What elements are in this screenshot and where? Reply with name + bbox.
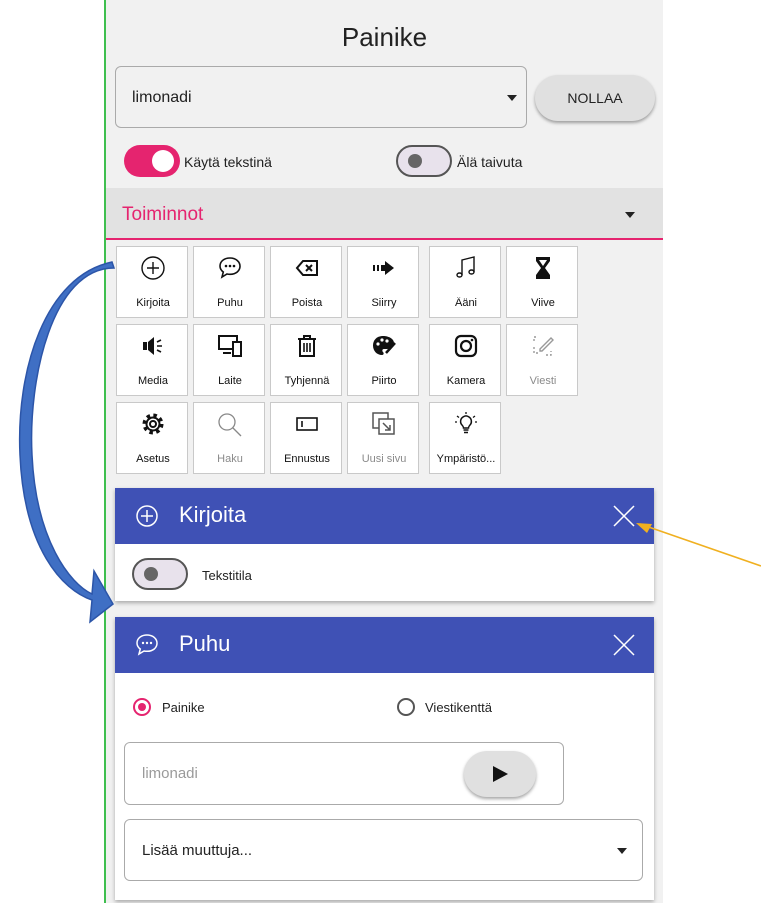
devices-icon [194,333,266,363]
action-tile-label: Haku [217,453,243,465]
chevron-down-icon [617,848,627,854]
chevron-down-icon [507,95,517,101]
action-tile-label: Poista [291,297,323,309]
palette-icon [348,333,420,363]
action-tile-label: Tyhjennä [284,375,330,387]
write-card: Kirjoita Tekstitila [115,488,654,601]
action-tile-uusi-sivu[interactable]: Uusi sivu [347,402,419,474]
action-tile-ennustus[interactable]: Ennustus [270,402,342,474]
action-tile-label: Kamera [446,375,486,387]
action-tile-label: Ennustus [284,453,330,465]
action-tile-ympäristö[interactable]: Ympäristö... [429,402,501,474]
action-tile-kirjoita[interactable]: Kirjoita [116,246,188,318]
gear-icon [117,411,189,441]
write-card-title: Kirjoita [179,502,247,527]
action-tile-kamera[interactable]: Kamera [429,324,501,396]
action-tile-media[interactable]: Media [116,324,188,396]
radio-button-option[interactable] [133,698,151,716]
chevron-down-icon [625,212,635,218]
search-icon [194,411,266,441]
trash-icon [271,333,343,363]
speech-text-placeholder: limonadi [142,765,198,782]
curved-arrow-annotation [18,261,116,624]
plus-circle-icon [117,255,189,285]
edit-message-icon [507,333,579,363]
radio-message-field-option[interactable] [397,698,415,716]
action-tile-label: Ääni [454,297,478,309]
no-inflect-label: Älä taivuta [457,154,523,170]
speech-bubble-icon [136,634,158,656]
arrow-right-icon [348,255,420,285]
text-mode-label: Tekstitila [202,568,252,583]
no-inflect-toggle[interactable] [396,145,452,177]
action-tile-label: Siirry [371,297,397,309]
action-tile-label: Media [138,375,168,387]
camera-icon [430,333,502,363]
reset-button[interactable]: NOLLAA [535,75,655,121]
action-tile-piirto[interactable]: Piirto [347,324,419,396]
action-tile-puhu[interactable]: Puhu [193,246,265,318]
action-tile-label: Asetus [136,453,170,465]
action-tile-label: Piirto [371,375,397,387]
action-tile-laite[interactable]: Laite [193,324,265,396]
action-tile-viesti[interactable]: Viesti [506,324,578,396]
backspace-icon [271,255,343,285]
action-tile-label: Laite [218,375,242,387]
play-button[interactable] [464,751,536,797]
symbol-select[interactable]: limonadi [115,66,527,128]
actions-section-header[interactable]: Toiminnot [106,188,663,240]
music-note-icon [430,255,502,285]
action-tile-label: Viive [531,297,555,309]
speak-card-header: Puhu [115,617,654,673]
new-page-icon [348,411,420,441]
action-tile-viive[interactable]: Viive [506,246,578,318]
action-tile-siirry[interactable]: Siirry [347,246,419,318]
page-title: Painike [341,22,428,52]
plus-circle-icon [136,505,158,527]
use-as-text-label: Käytä tekstinä [184,154,272,170]
action-tile-label: Ympäristö... [436,453,496,465]
close-icon[interactable] [612,633,636,657]
speaker-icon [117,333,189,363]
action-tile-ääni[interactable]: Ääni [429,246,501,318]
speech-bubble-icon [194,255,266,285]
actions-section-label: Toiminnot [122,204,204,225]
action-tile-label: Puhu [217,297,243,309]
symbol-select-value: limonadi [132,89,192,106]
write-card-header: Kirjoita [115,488,654,544]
action-tile-poista[interactable]: Poista [270,246,342,318]
text-mode-toggle[interactable] [132,558,188,590]
add-variable-label: Lisää muuttuja... [142,842,253,859]
hourglass-icon [507,255,579,285]
action-tile-label: Viesti [529,375,557,387]
close-icon[interactable] [612,504,636,528]
lightbulb-icon [430,411,502,441]
use-as-text-toggle[interactable] [124,145,180,177]
action-tile-label: Uusi sivu [361,453,407,465]
prediction-icon [271,411,343,441]
action-tile-haku[interactable]: Haku [193,402,265,474]
play-icon [493,766,508,782]
action-tile-asetus[interactable]: Asetus [116,402,188,474]
add-variable-select[interactable]: Lisää muuttuja... [124,819,643,881]
action-tile-label: Kirjoita [136,297,170,309]
action-tile-tyhjennä[interactable]: Tyhjennä [270,324,342,396]
radio-button-label: Painike [162,700,205,715]
radio-message-field-label: Viestikenttä [425,700,492,715]
speak-card-title: Puhu [179,631,231,656]
